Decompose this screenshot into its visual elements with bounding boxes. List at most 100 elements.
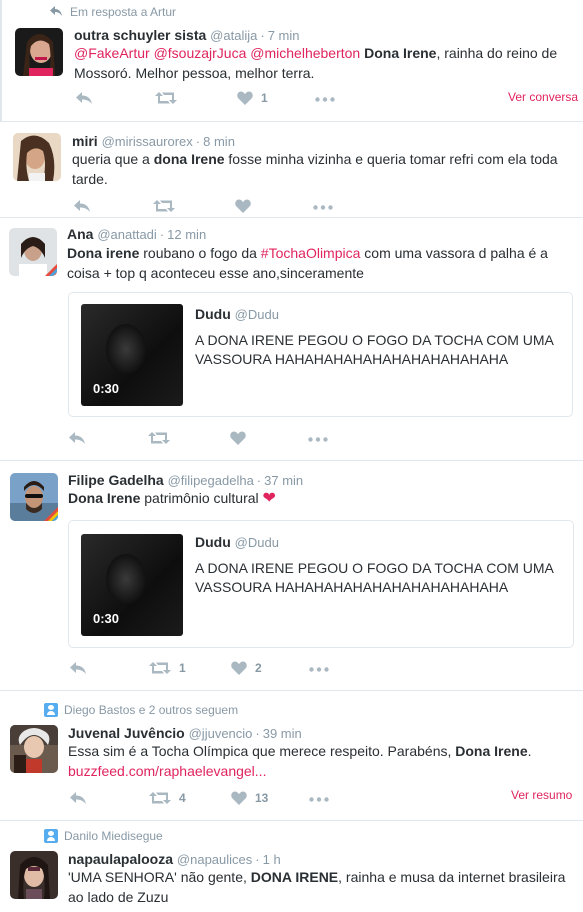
avatar[interactable] [10, 725, 58, 773]
more-button[interactable] [313, 205, 333, 210]
more-icon [309, 667, 329, 672]
retweet-icon [149, 662, 171, 674]
reply-icon [69, 432, 85, 444]
reply-icon [70, 662, 86, 674]
author-handle[interactable]: @atalija [210, 28, 257, 43]
social-context-text: Diego Bastos e 2 outros seguem [64, 703, 239, 717]
tweet[interactable]: Danilo Miedisegue napaulapalooza @napaul… [0, 821, 583, 912]
tweet[interactable]: Filipe Gadelha @filipegadelha · 37 min Don… [0, 461, 583, 691]
reply-button[interactable] [68, 431, 86, 445]
more-button[interactable] [308, 437, 328, 442]
reply-icon [76, 92, 92, 104]
avatar[interactable] [13, 133, 61, 181]
more-button[interactable] [309, 797, 329, 802]
retweet-icon [155, 92, 177, 104]
retweet-count: 1 [179, 661, 186, 675]
more-icon [313, 205, 333, 210]
reply-context[interactable]: Em resposta a Artur [48, 5, 176, 19]
reply-button[interactable] [69, 791, 87, 805]
author-name[interactable]: Ana [67, 226, 93, 242]
quoted-tweet[interactable]: 0:30 Dudu @Dudu A DONA IRENE PEGOU O FOG… [68, 292, 573, 417]
mention-link[interactable]: @fsouzajrJuca [154, 45, 247, 61]
retweet-button[interactable] [153, 199, 175, 213]
tweet-text: Essa sim é a Tocha Olímpica que merece r… [68, 743, 532, 779]
avatar[interactable] [10, 851, 58, 899]
reply-button[interactable] [69, 661, 87, 675]
quoted-author-name: Dudu [195, 534, 231, 550]
tweet-time[interactable]: 8 min [203, 134, 235, 149]
reply-arrow-icon [48, 5, 64, 19]
tweet-time[interactable]: 7 min [268, 28, 300, 43]
retweet-button[interactable] [148, 431, 170, 445]
heart-emoji-icon: ❤ [262, 490, 276, 507]
like-count: 2 [255, 661, 262, 675]
tweet-time[interactable]: 1 h [263, 852, 281, 867]
mention-link[interactable]: @michelheberton [250, 45, 360, 61]
retweet-button[interactable]: 1 [149, 661, 186, 675]
social-context[interactable]: Danilo Miedisegue [44, 829, 163, 843]
mention-link[interactable]: @FakeArtur [74, 45, 150, 61]
video-duration: 0:30 [93, 381, 120, 396]
retweet-button[interactable] [155, 91, 177, 105]
author-name[interactable]: outra schuyler sista [74, 27, 206, 43]
author-name[interactable]: napaulapalooza [68, 851, 173, 867]
like-count: 1 [261, 91, 268, 105]
tweet[interactable]: Ana @anattadi · 12 min Dona irene roubano … [0, 218, 583, 461]
author-name[interactable]: Juvenal Juvêncio [68, 725, 185, 741]
hashtag-link[interactable]: #TochaOlimpica [261, 245, 361, 261]
retweet-button[interactable]: 4 [149, 791, 186, 805]
avatar[interactable] [15, 28, 63, 76]
quoted-tweet[interactable]: 0:30 Dudu @Dudu A DONA IRENE PEGOU O FOG… [68, 520, 574, 648]
like-button[interactable]: 13 [231, 791, 268, 805]
heart-icon [235, 199, 251, 213]
quoted-tweet-text: A DONA IRENE PEGOU O FOGO DA TOCHA COM U… [195, 560, 554, 595]
more-icon [315, 97, 335, 102]
like-button[interactable] [235, 199, 251, 213]
avatar[interactable] [10, 473, 58, 521]
person-icon [44, 703, 58, 717]
like-button[interactable]: 1 [237, 91, 268, 105]
tweet-time[interactable]: 12 min [167, 227, 206, 242]
like-button[interactable]: 2 [231, 661, 262, 675]
quoted-author-handle: @Dudu [234, 307, 279, 322]
tweet-text: @FakeArtur @fsouzajrJuca @michelheberton… [74, 45, 558, 81]
author-handle[interactable]: @mirissaurorex [102, 134, 193, 149]
url-link[interactable]: buzzfeed.com/raphaelevangel... [68, 763, 266, 779]
video-thumbnail[interactable]: 0:30 [81, 534, 183, 636]
reply-button[interactable] [75, 91, 93, 105]
more-button[interactable] [315, 97, 335, 102]
more-button[interactable] [309, 667, 329, 672]
person-icon [44, 829, 58, 843]
heart-icon [231, 661, 247, 675]
heart-icon [237, 91, 253, 105]
quoted-tweet-text: A DONA IRENE PEGOU O FOGO DA TOCHA COM U… [195, 332, 554, 367]
view-conversation-link[interactable]: Ver conversa [508, 90, 578, 104]
author-handle[interactable]: @anattadi [97, 227, 156, 242]
tweet-time[interactable]: 37 min [264, 473, 303, 488]
tweet[interactable]: Diego Bastos e 2 outros seguem Juvenal J… [0, 691, 583, 821]
author-handle[interactable]: @napaulices [177, 852, 252, 867]
like-count: 13 [255, 791, 269, 805]
tweet[interactable]: Em resposta a Artur outra schuyler sista… [0, 0, 583, 122]
retweet-count: 4 [179, 791, 186, 805]
heart-icon [231, 791, 247, 805]
reply-button[interactable] [73, 199, 91, 213]
author-handle[interactable]: @jjuvencio [189, 726, 253, 741]
tweet[interactable]: miri @mirissaurorex · 8 min queria que a d… [0, 122, 583, 218]
video-thumbnail[interactable]: 0:30 [81, 304, 183, 406]
retweet-icon [148, 432, 170, 444]
tweet-text: Dona Irene patrimônio cultural ❤ [68, 490, 276, 507]
quoted-author-handle: @Dudu [234, 535, 279, 550]
tweet-text: 'UMA SENHORA' não gente, DONA IRENE, rai… [68, 869, 566, 905]
view-summary-link[interactable]: Ver resumo [511, 788, 572, 802]
author-name[interactable]: miri [72, 133, 98, 149]
video-duration: 0:30 [93, 611, 120, 626]
author-handle[interactable]: @filipegadelha [168, 473, 254, 488]
reply-icon [74, 200, 90, 212]
avatar[interactable] [9, 228, 57, 276]
author-name[interactable]: Filipe Gadelha [68, 472, 164, 488]
social-context[interactable]: Diego Bastos e 2 outros seguem [44, 703, 238, 717]
tweet-time[interactable]: 39 min [263, 726, 302, 741]
like-button[interactable] [230, 431, 246, 445]
retweet-icon [153, 200, 175, 212]
